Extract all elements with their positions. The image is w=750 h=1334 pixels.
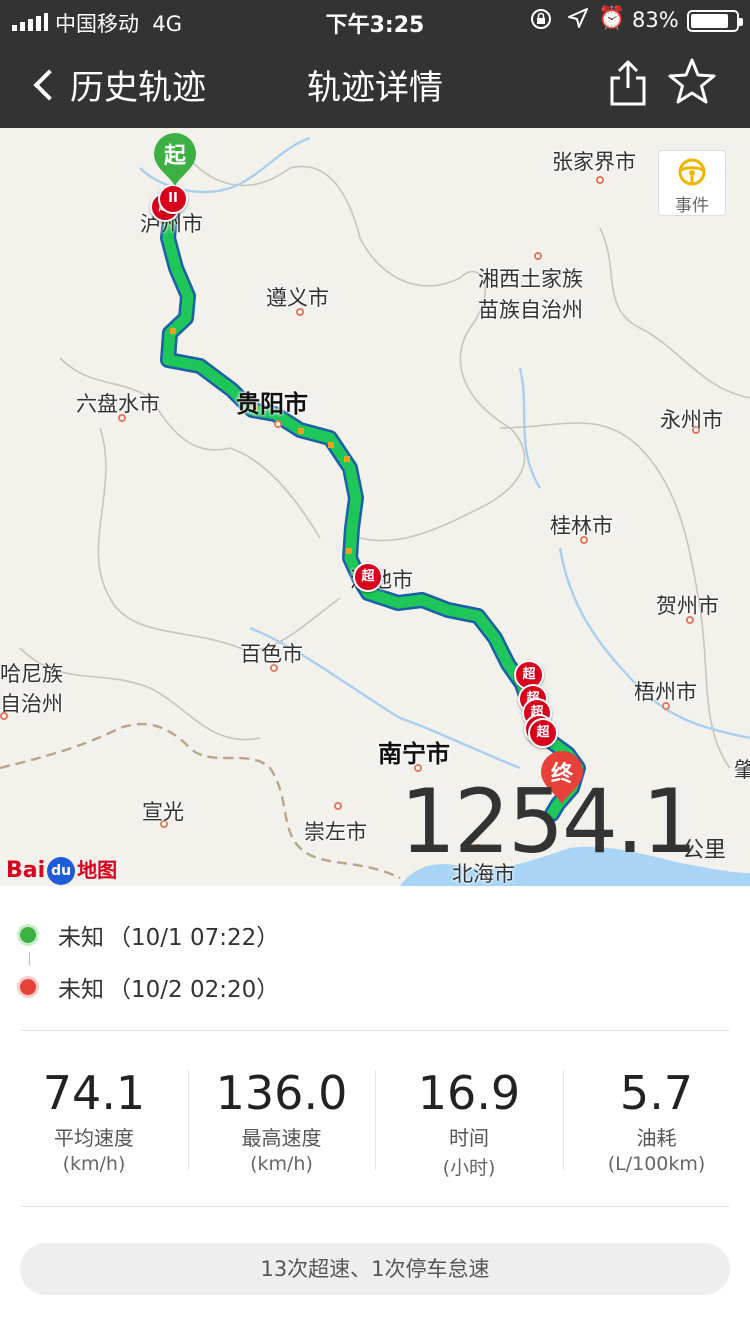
city-dot xyxy=(596,176,604,184)
battery-icon xyxy=(687,10,743,32)
battery-tip xyxy=(739,18,743,26)
stat-value: 74.1 xyxy=(42,1066,146,1120)
city-label: 梧州市 xyxy=(634,680,697,704)
start-row: 未知 （10/1 07:22） xyxy=(20,918,279,952)
stat-unit: (L/100km) xyxy=(607,1153,706,1175)
city-label: 自治州 xyxy=(0,692,63,716)
city-label: 贵阳市 xyxy=(236,390,308,418)
event-summary-button[interactable]: 13次超速、1次停车怠速 xyxy=(20,1243,730,1295)
stat-unit: (km/h) xyxy=(250,1153,313,1175)
city-label: 南宁市 xyxy=(378,740,450,768)
status-bar: 中国移动 4G 下午3:25 ⏰ 83% xyxy=(0,0,750,40)
end-place: 未知 xyxy=(58,977,104,1003)
city-label: 桂林市 xyxy=(550,514,613,538)
steering-wheel-icon xyxy=(659,157,725,191)
start-pin-label: 起 xyxy=(163,144,186,169)
city-label: 肇 xyxy=(734,758,750,782)
alarm-icon: ⏰ xyxy=(598,6,626,31)
stat-value: 5.7 xyxy=(619,1066,694,1120)
baidu-map-logo: Bai du 地图 xyxy=(6,854,117,885)
event-button-label: 事件 xyxy=(675,196,709,216)
stats-row: 74.1 平均速度 (km/h) 136.0 最高速度 (km/h) 16.9 … xyxy=(0,1052,750,1192)
stat-unit: (小时) xyxy=(442,1157,496,1179)
start-dot-icon xyxy=(20,927,36,943)
baidu-brand: Bai xyxy=(6,858,46,883)
stat-value: 16.9 xyxy=(417,1066,521,1120)
baidu-map-text: 地图 xyxy=(77,858,118,882)
start-pin[interactable]: 起 xyxy=(152,132,198,188)
battery-fill xyxy=(691,14,728,28)
city-label: 苗族自治州 xyxy=(478,298,583,322)
stat-name: 油耗 xyxy=(636,1126,677,1150)
city-label: 崇左市 xyxy=(304,820,367,844)
end-time: （10/2 02:20） xyxy=(108,977,280,1003)
connector-line xyxy=(29,952,30,966)
battery-percent: 83% xyxy=(632,8,679,32)
track-map[interactable]: 张家界市 湘西土家族 苗族自治州 遵义市 泸州市 六盘水市 贵阳市 永州市 桂林… xyxy=(0,128,750,886)
share-button[interactable] xyxy=(606,58,650,112)
favorite-button[interactable] xyxy=(666,56,718,112)
overspeed-marker[interactable]: 超 xyxy=(528,718,558,748)
stat-name: 平均速度 xyxy=(54,1126,134,1150)
pause-marker[interactable]: II xyxy=(158,184,188,214)
overspeed-marker[interactable]: 超 xyxy=(353,562,383,592)
stat-duration: 16.9 时间 (小时) xyxy=(375,1066,563,1180)
city-label: 永州市 xyxy=(660,408,723,432)
stat-fuel: 5.7 油耗 (L/100km) xyxy=(563,1066,750,1175)
stat-name: 时间 xyxy=(449,1126,489,1150)
rotation-lock-icon xyxy=(530,8,552,35)
divider xyxy=(20,1030,730,1031)
city-dot xyxy=(534,252,542,260)
city-label: 宣光 xyxy=(142,800,184,824)
distance-unit: 公里 xyxy=(682,838,727,863)
trip-endpoints: 未知 （10/1 07:22） 未知 （10/2 02:20） xyxy=(0,886,750,1036)
location-icon xyxy=(568,8,588,33)
city-label: 湘西土家族 xyxy=(478,267,583,291)
city-dot xyxy=(0,712,8,720)
stat-max-speed: 136.0 最高速度 (km/h) xyxy=(188,1066,375,1175)
start-place: 未知 xyxy=(58,925,104,951)
stat-avg-speed: 74.1 平均速度 (km/h) xyxy=(0,1066,188,1175)
city-label: 哈尼族 xyxy=(0,662,63,686)
city-label: 张家界市 xyxy=(552,150,636,174)
city-label: 六盘水市 xyxy=(76,392,160,416)
end-dot-icon xyxy=(20,979,36,995)
city-dot xyxy=(334,802,342,810)
end-row: 未知 （10/2 02:20） xyxy=(20,970,279,1004)
overspeed-marker-label: 超 xyxy=(522,667,536,682)
overspeed-marker-label: 超 xyxy=(361,569,375,584)
divider xyxy=(20,1206,730,1207)
nav-bar: 历史轨迹 轨迹详情 xyxy=(0,40,750,128)
top-bar: 中国移动 4G 下午3:25 ⏰ 83% 历史轨迹 轨迹详情 xyxy=(0,0,750,128)
star-icon xyxy=(668,58,716,104)
pause-icon: II xyxy=(168,191,178,206)
start-time: （10/1 07:22） xyxy=(108,925,280,951)
city-label: 遵义市 xyxy=(266,286,329,310)
total-distance: 1254.1 xyxy=(400,770,698,873)
overspeed-marker-label: 超 xyxy=(536,725,550,740)
stat-value: 136.0 xyxy=(215,1066,348,1120)
city-label: 贺州市 xyxy=(656,594,719,618)
baidu-paw-icon: du xyxy=(47,857,76,885)
event-button[interactable]: 事件 xyxy=(658,150,726,216)
city-dot xyxy=(274,420,282,428)
share-icon xyxy=(610,60,646,106)
city-label: 百色市 xyxy=(240,642,303,666)
stat-unit: (km/h) xyxy=(62,1153,126,1175)
stat-name: 最高速度 xyxy=(241,1126,322,1150)
